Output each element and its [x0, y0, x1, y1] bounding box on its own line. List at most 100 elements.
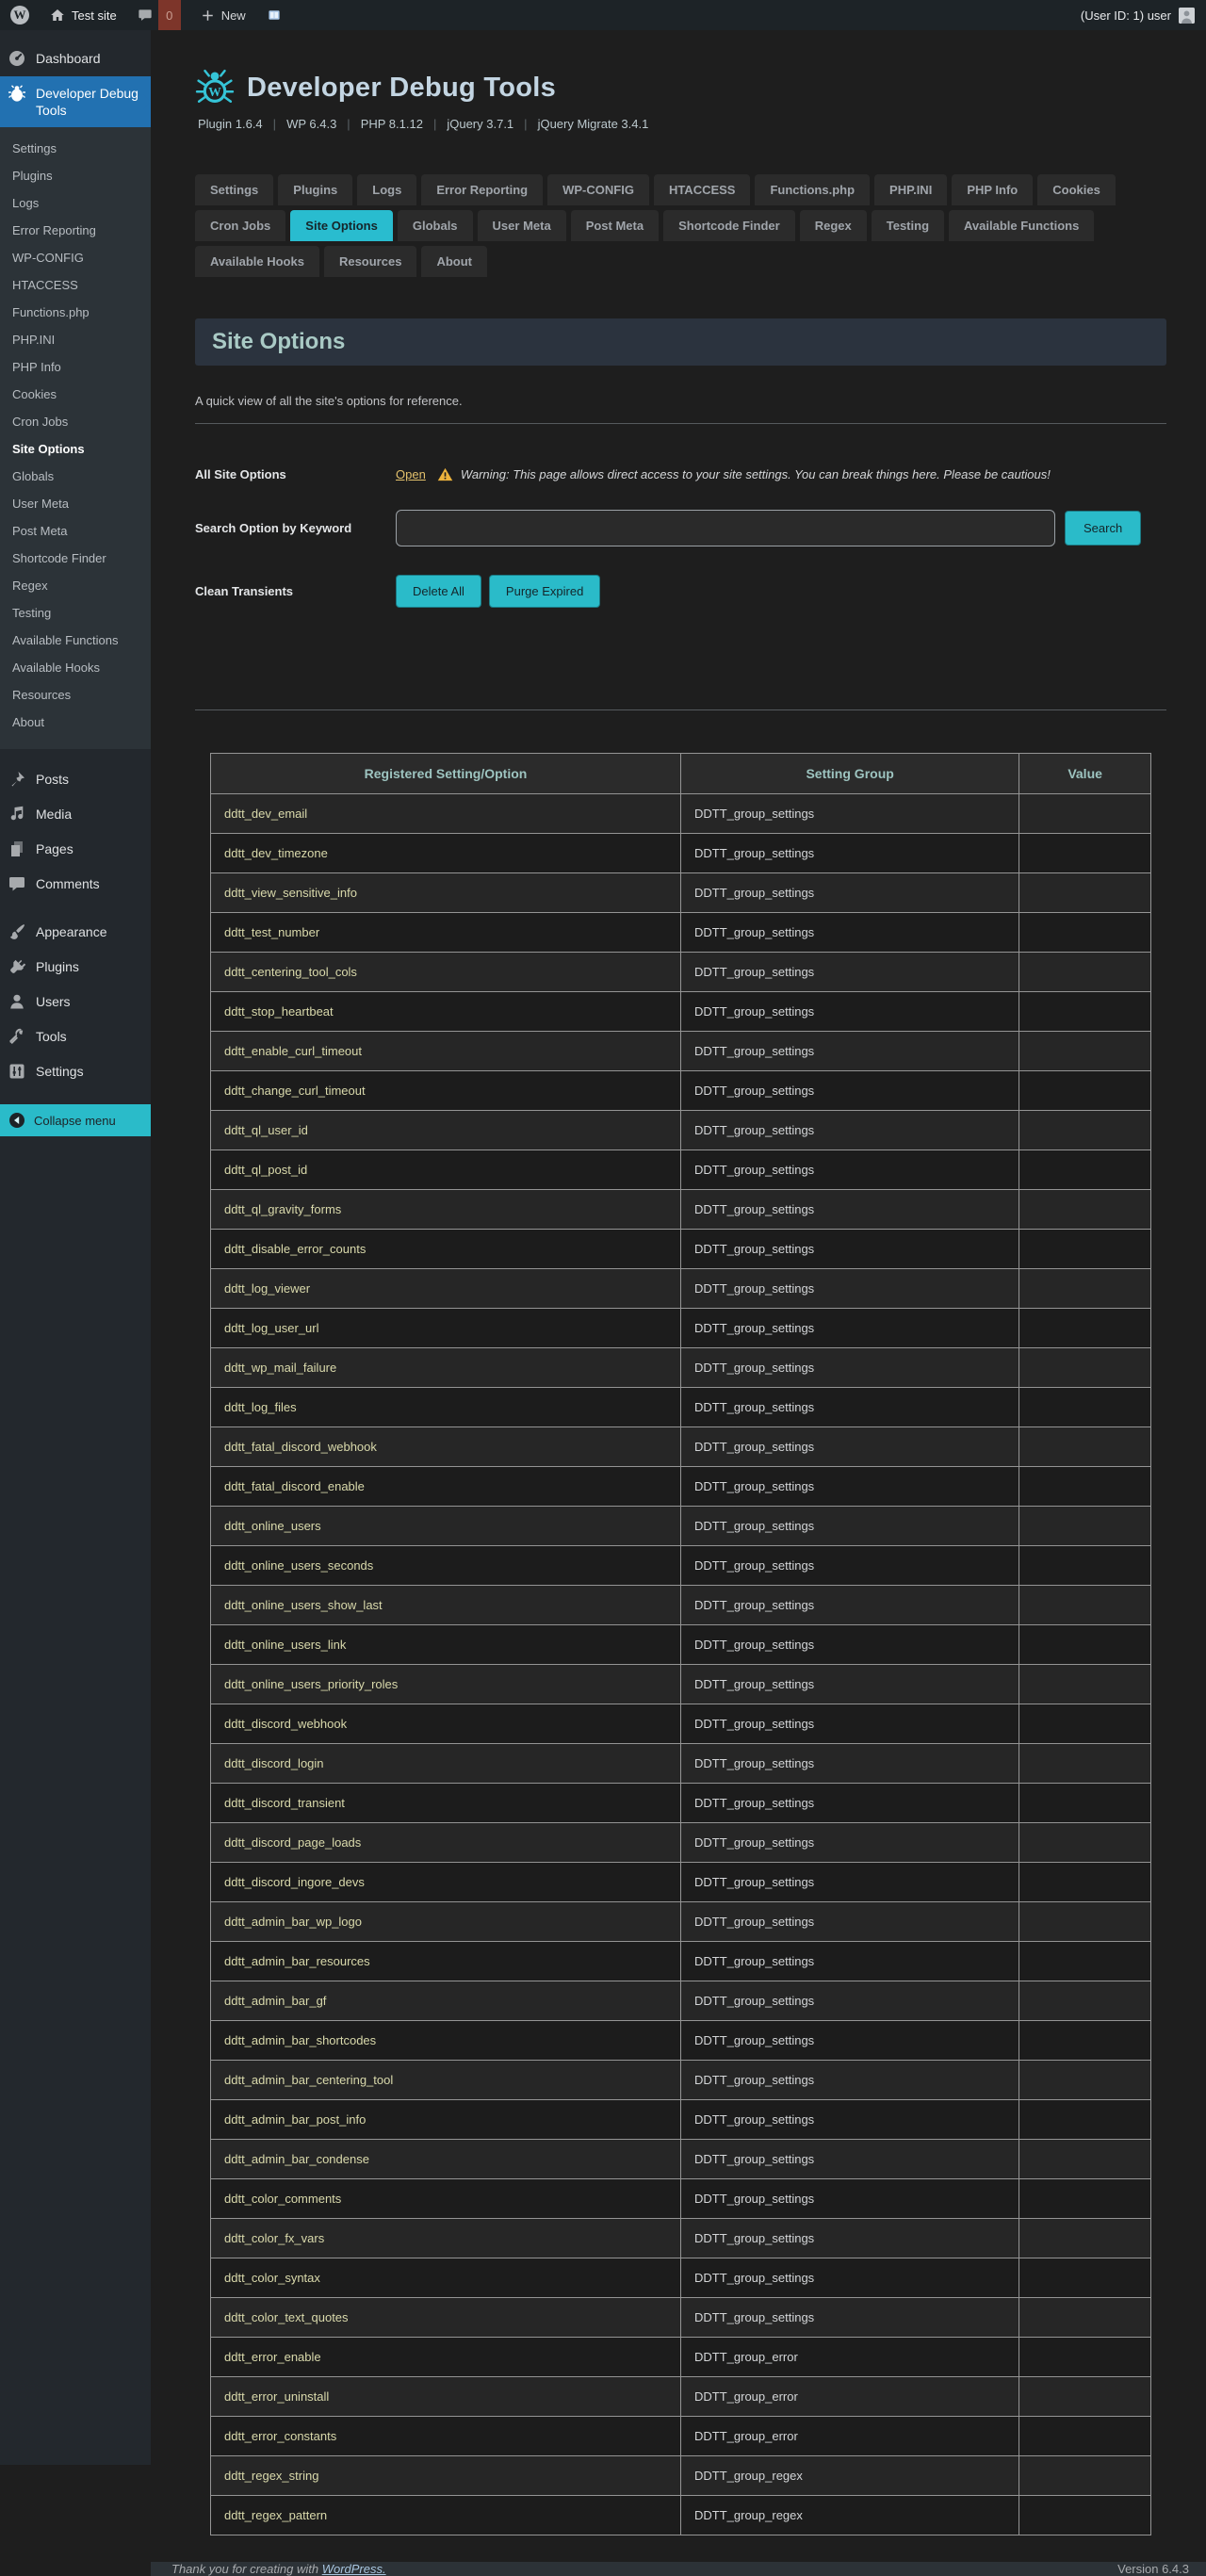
tab[interactable]: Site Options [290, 210, 393, 241]
submenu-item[interactable]: Globals [0, 463, 151, 490]
submenu-item[interactable]: WP-CONFIG [0, 244, 151, 271]
submenu-item[interactable]: Regex [0, 572, 151, 599]
value-cell [1019, 1150, 1151, 1190]
sidebar-item-plugins[interactable]: Plugins [0, 950, 151, 985]
group-cell: DDTT_group_settings [681, 1467, 1019, 1507]
sidebar-item-posts[interactable]: Posts [0, 762, 151, 797]
table-row: ddtt_discord_page_loads DDTT_group_setti… [211, 1823, 1151, 1863]
tab[interactable]: Shortcode Finder [663, 210, 795, 241]
search-input[interactable] [396, 510, 1055, 546]
tab[interactable]: WP-CONFIG [547, 174, 649, 205]
group-cell: DDTT_group_settings [681, 1230, 1019, 1269]
submenu-item[interactable]: PHP Info [0, 353, 151, 381]
submenu-item[interactable]: Available Functions [0, 627, 151, 654]
submenu-item[interactable]: Site Options [0, 435, 151, 463]
submenu-item[interactable]: Plugins [0, 162, 151, 189]
value-cell [1019, 1427, 1151, 1467]
sidebar-item-pages[interactable]: Pages [0, 832, 151, 867]
tab[interactable]: Resources [324, 246, 416, 277]
comments-button[interactable] [127, 0, 158, 30]
tab[interactable]: Regex [800, 210, 867, 241]
avatar[interactable] [1179, 8, 1195, 24]
tab[interactable]: Error Reporting [421, 174, 543, 205]
tab[interactable]: Settings [195, 174, 273, 205]
tab[interactable]: Functions.php [755, 174, 870, 205]
comment-count-badge[interactable]: 0 [158, 0, 181, 30]
submenu-item[interactable]: Resources [0, 681, 151, 709]
value-cell [1019, 2417, 1151, 2456]
wordpress-link[interactable]: WordPress. [322, 2562, 386, 2576]
value-cell [1019, 1071, 1151, 1111]
options-table: Registered Setting/Option Setting Group … [210, 753, 1151, 2535]
submenu-item[interactable]: About [0, 709, 151, 736]
sidebar-item-users[interactable]: Users [0, 985, 151, 1019]
value-cell [1019, 1902, 1151, 1942]
group-cell: DDTT_group_settings [681, 1665, 1019, 1704]
tab[interactable]: User Meta [478, 210, 566, 241]
search-button[interactable]: Search [1065, 511, 1141, 546]
comment-count: 0 [166, 8, 172, 23]
tab[interactable]: HTACCESS [654, 174, 751, 205]
collapse-arrow-icon [8, 1111, 26, 1130]
sidebar-item-appearance[interactable]: Appearance [0, 915, 151, 950]
wordpress-menu-button[interactable]: W [0, 0, 40, 30]
tab-label: Logs [372, 183, 401, 197]
purge-expired-button[interactable]: Purge Expired [489, 575, 600, 608]
submenu-item[interactable]: Available Hooks [0, 654, 151, 681]
value-cell [1019, 992, 1151, 1032]
group-cell: DDTT_group_settings [681, 1744, 1019, 1784]
submenu-item[interactable]: HTACCESS [0, 271, 151, 299]
sidebar-item-label: Settings [36, 1063, 84, 1080]
tab[interactable]: PHP Info [952, 174, 1033, 205]
submenu-item[interactable]: Logs [0, 189, 151, 217]
submenu-item[interactable]: User Meta [0, 490, 151, 517]
collapse-menu-button[interactable]: Collapse menu [0, 1104, 151, 1136]
submenu-item[interactable]: Functions.php [0, 299, 151, 326]
submenu-item[interactable]: Error Reporting [0, 217, 151, 244]
submenu-item-label: Post Meta [12, 524, 68, 538]
tab[interactable]: PHP.INI [874, 174, 947, 205]
group-cell: DDTT_group_settings [681, 1823, 1019, 1863]
submenu-item-label: Cookies [12, 387, 57, 401]
value-cell [1019, 1704, 1151, 1744]
tab[interactable]: Cron Jobs [195, 210, 285, 241]
tab-label: Globals [413, 219, 458, 233]
submenu-item[interactable]: Cron Jobs [0, 408, 151, 435]
sidebar-item-dashboard[interactable]: Dashboard [0, 41, 151, 76]
sidebar-item-developer-debug-tools[interactable]: Developer Debug Tools [0, 76, 151, 127]
tab[interactable]: Cookies [1037, 174, 1116, 205]
submenu-item[interactable]: Post Meta [0, 517, 151, 545]
submenu-item[interactable]: Settings [0, 135, 151, 162]
resources-button[interactable] [256, 0, 292, 30]
delete-all-button[interactable]: Delete All [396, 575, 481, 608]
open-link[interactable]: Open [396, 467, 426, 481]
submenu-item[interactable]: Shortcode Finder [0, 545, 151, 572]
sidebar-item-media[interactable]: Media [0, 797, 151, 832]
ddtt-submenu: Settings Plugins Logs Error Reporting WP… [0, 127, 151, 749]
table-row: ddtt_dev_timezone DDTT_group_settings [211, 834, 1151, 873]
tab[interactable]: Logs [357, 174, 416, 205]
site-name-link[interactable]: Test site [40, 0, 127, 30]
sidebar-item-comments[interactable]: Comments [0, 867, 151, 902]
submenu-item-label: Testing [12, 606, 51, 620]
tab[interactable]: Globals [398, 210, 473, 241]
submenu-item[interactable]: Testing [0, 599, 151, 627]
tab[interactable]: Testing [872, 210, 944, 241]
tab[interactable]: Available Hooks [195, 246, 319, 277]
tab[interactable]: Plugins [278, 174, 352, 205]
user-greeting[interactable]: (User ID: 1) user [1081, 8, 1171, 23]
submenu-item[interactable]: PHP.INI [0, 326, 151, 353]
new-button[interactable]: New [190, 0, 256, 30]
value-cell [1019, 1190, 1151, 1230]
tab[interactable]: Post Meta [571, 210, 659, 241]
comment-bubble-icon [138, 8, 153, 23]
plugin-header: W Developer Debug Tools [195, 68, 1166, 107]
tab[interactable]: Available Functions [949, 210, 1094, 241]
group-cell: DDTT_group_settings [681, 1111, 1019, 1150]
tab-label: Resources [339, 254, 401, 269]
tab[interactable]: About [421, 246, 487, 277]
table-row: ddtt_admin_bar_resources DDTT_group_sett… [211, 1942, 1151, 1981]
submenu-item[interactable]: Cookies [0, 381, 151, 408]
sidebar-item-tools[interactable]: Tools [0, 1019, 151, 1054]
sidebar-item-settings[interactable]: Settings [0, 1054, 151, 1089]
